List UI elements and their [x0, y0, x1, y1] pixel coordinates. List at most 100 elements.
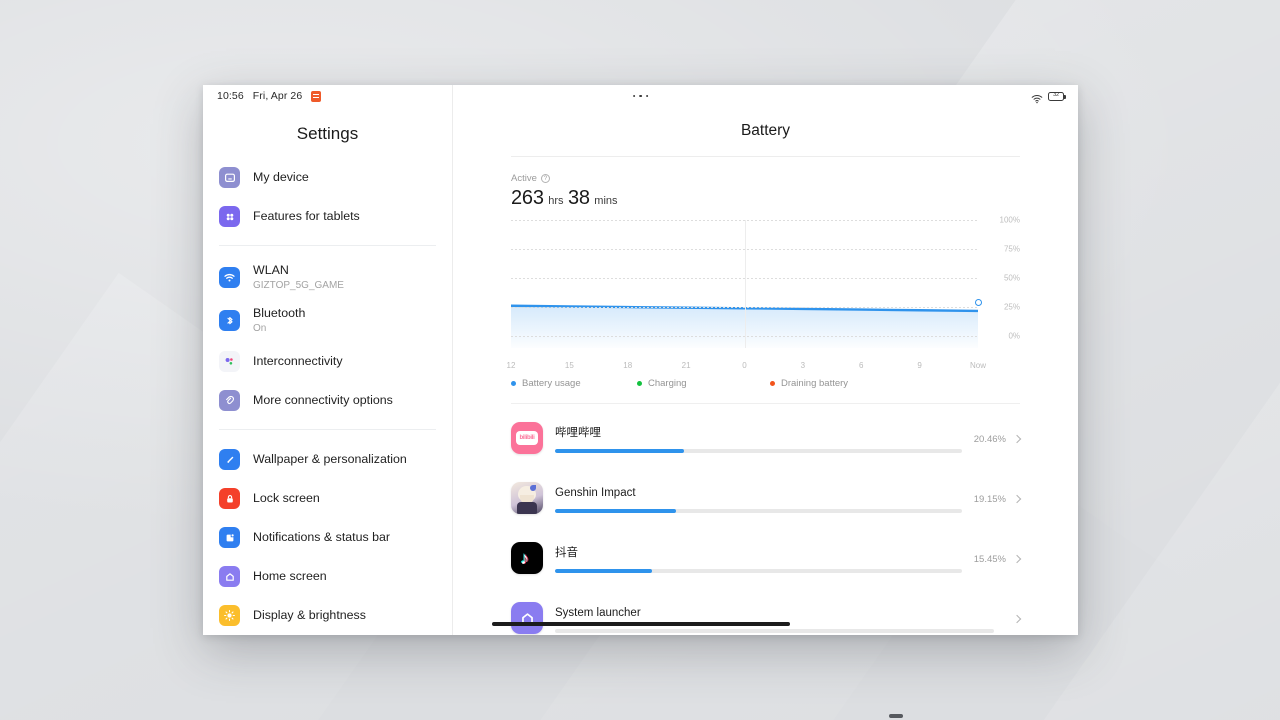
active-hours-unit: hrs [548, 195, 564, 207]
lock-icon [219, 488, 240, 509]
app-name: 抖音 [555, 546, 578, 559]
status-indicators: 32 [1031, 91, 1066, 104]
sidebar-item-label: WLAN [253, 263, 289, 277]
app-usage-row[interactable]: ♪ ♪ ♪ 抖音 15.45% [511, 528, 1022, 588]
chevron-right-icon[interactable] [1012, 434, 1022, 444]
legend-color-dot [770, 381, 775, 386]
device-icon [219, 167, 240, 188]
sidebar-nav: My device Features for tablets WLAN GIZT… [203, 158, 452, 635]
bilibili-icon: bilibili [511, 422, 543, 454]
active-minutes-unit: mins [594, 195, 618, 207]
chart-x-tick-label: 6 [859, 361, 864, 370]
app-usage-bar-fill [555, 508, 676, 513]
page-title-battery: Battery [740, 122, 791, 139]
app-usage-row[interactable]: bilibili 哔哩哔哩 20.46% [511, 408, 1022, 468]
sidebar-item-label: Lock screen [253, 491, 320, 505]
chart-x-tick-label: 15 [564, 361, 574, 370]
help-icon[interactable]: ? [540, 174, 550, 183]
main-status-bar: 32 [453, 85, 1078, 107]
genshin-impact-icon [511, 482, 543, 514]
home-icon [219, 566, 240, 587]
sidebar-item-label: Display & brightness [253, 608, 366, 622]
battery-usage-chart: 100% 75% 50% 25% 0% 12 15 18 21 0 3 6 9 Now [507, 216, 1020, 371]
chart-x-tick-label: 0 [742, 361, 747, 370]
app-usage-bar [555, 628, 994, 633]
wallpaper-icon [219, 449, 240, 470]
battery-icon: 32 [1048, 91, 1066, 101]
sidebar-item-wlan[interactable]: WLAN GIZTOP_5G_GAME [217, 256, 438, 299]
chart-y-tick-label: 50% [1003, 273, 1020, 283]
status-date: Fri, Apr 26 [252, 90, 303, 102]
sidebar-item-lock-screen[interactable]: Lock screen [217, 479, 438, 518]
app-usage-bar [555, 508, 962, 513]
sidebar-item-more-connectivity-options[interactable]: More connectivity options [217, 381, 438, 420]
chevron-right-icon[interactable] [1012, 614, 1022, 624]
app-name: Genshin Impact [555, 486, 636, 499]
more-options-icon[interactable] [632, 94, 649, 98]
app-usage-percent: 19.15% [973, 493, 1006, 505]
active-hours-value: 263 [511, 187, 544, 209]
sidebar-divider [219, 429, 436, 430]
chart-y-tick-label: 75% [1003, 244, 1020, 254]
sidebar-item-bluetooth[interactable]: Bluetooth On [217, 299, 438, 342]
sidebar-divider [219, 245, 436, 246]
legend-item-draining-battery: Draining battery [770, 378, 848, 389]
legend-item-charging: Charging [637, 378, 770, 389]
app-usage-row[interactable]: Genshin Impact 19.15% [511, 468, 1022, 528]
chart-x-tick-label: 3 [800, 361, 806, 370]
bluetooth-icon [219, 310, 240, 331]
legend-label: Charging [648, 378, 687, 389]
notifications-icon [219, 527, 240, 548]
app-usage-percent: 15.45% [973, 553, 1006, 565]
active-time-label: Active ? [511, 173, 1020, 184]
app-name: 哔哩哔哩 [555, 426, 601, 439]
active-time-value: 263 hrs 38 mins [511, 187, 1020, 210]
settings-window: 10:56 Fri, Apr 26 Settings My device Fea… [203, 85, 1078, 635]
sidebar-item-label: Interconnectivity [253, 354, 343, 368]
chart-y-tick-label: 0% [1008, 331, 1020, 341]
douyin-icon: ♪ ♪ ♪ [511, 542, 543, 574]
sidebar-item-label: More connectivity options [253, 393, 393, 407]
sidebar-item-label: Notifications & status bar [253, 530, 391, 544]
sidebar-item-label: Bluetooth [253, 306, 306, 320]
sidebar-item-my-device[interactable]: My device [217, 158, 438, 197]
app-usage-bar-fill [555, 568, 653, 573]
sidebar-item-features-for-tablets[interactable]: Features for tablets [217, 197, 438, 236]
app-usage-row[interactable]: System launcher [511, 588, 1022, 635]
app-usage-bar [555, 448, 962, 453]
chart-x-tick-label: 9 [917, 361, 922, 370]
app-usage-percent: 20.46% [973, 433, 1006, 445]
sidebar-item-label: My device [253, 170, 309, 184]
active-minutes-value: 38 [567, 187, 590, 209]
legend-color-dot [511, 381, 516, 386]
sidebar-item-notifications-status-bar[interactable]: Notifications & status bar [217, 518, 438, 557]
app-name: System launcher [555, 606, 641, 619]
sidebar-item-home-screen[interactable]: Home screen [217, 557, 438, 596]
link-icon [219, 390, 240, 411]
status-time: 10:56 [217, 90, 244, 102]
screen-bottom-indicator [889, 714, 903, 718]
sidebar-item-wallpaper-personalization[interactable]: Wallpaper & personalization [217, 440, 438, 479]
chart-x-tick-label: Now [969, 361, 987, 370]
chevron-right-icon[interactable] [1012, 494, 1022, 504]
wifi-icon [1031, 91, 1043, 104]
app-usage-bar-fill [555, 448, 684, 453]
title-divider [511, 156, 1020, 157]
sidebar-item-subtitle: On [253, 323, 267, 334]
sidebar-item-display-brightness[interactable]: Display & brightness [217, 596, 438, 635]
sidebar-item-interconnectivity[interactable]: Interconnectivity [217, 342, 438, 381]
legend-label: Draining battery [781, 378, 849, 389]
active-label-text: Active [511, 173, 537, 184]
battery-level-label: 32 [1053, 92, 1059, 99]
chevron-right-icon[interactable] [1012, 554, 1022, 564]
chart-legend: Battery usage Charging Draining battery [511, 378, 1020, 389]
sidebar-item-label: Features for tablets [253, 209, 360, 223]
chart-x-tick-label: 21 [681, 361, 691, 370]
sidebar-item-subtitle: GIZTOP_5G_GAME [253, 280, 344, 291]
sidebar-item-label: Home screen [253, 569, 327, 583]
chart-x-tick-label: 12 [506, 361, 516, 370]
calendar-icon [311, 90, 322, 102]
brightness-icon [219, 605, 240, 626]
chart-x-tick-label: 18 [623, 361, 633, 370]
home-gesture-indicator[interactable] [492, 622, 790, 626]
